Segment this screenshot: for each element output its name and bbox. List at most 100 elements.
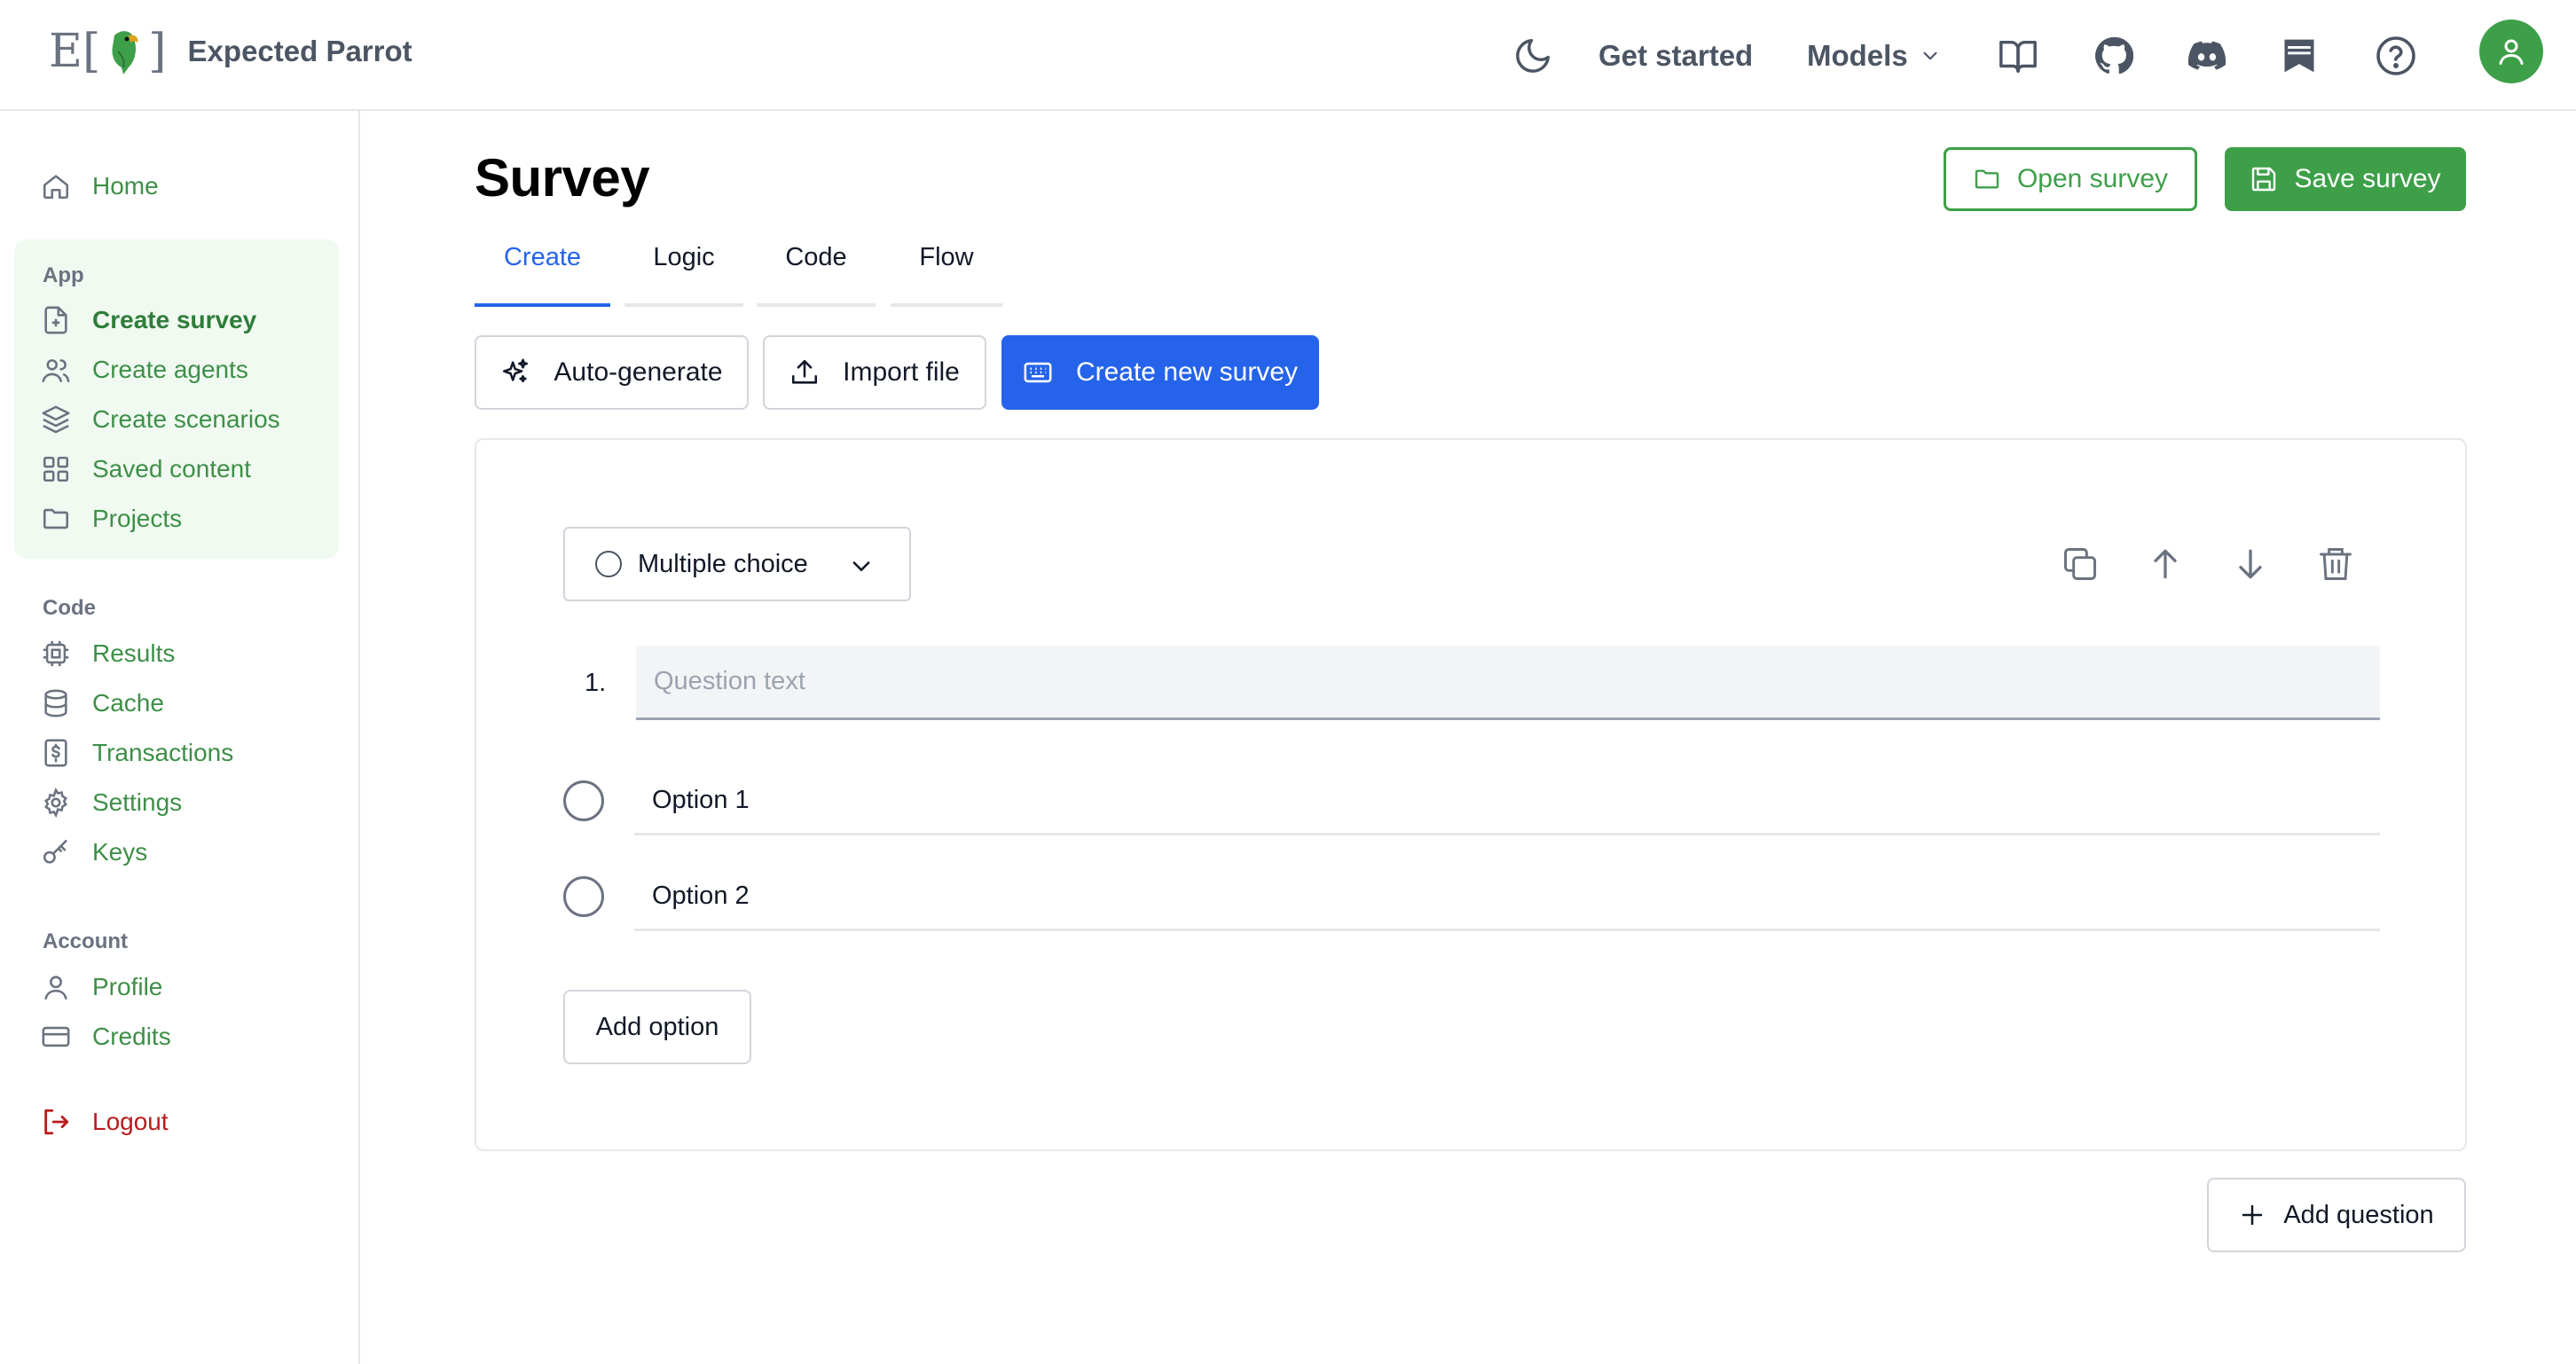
- sidebar-item-create-agents[interactable]: Create agents: [41, 348, 248, 392]
- duplicate-question-button[interactable]: [2061, 545, 2100, 584]
- sidebar-item-label: Cache: [92, 689, 164, 717]
- move-up-button[interactable]: [2146, 545, 2185, 584]
- users-icon: [42, 359, 70, 383]
- question-type-select[interactable]: Multiple choice: [563, 527, 911, 601]
- logo-bracket-left: E[: [49, 25, 101, 78]
- github-button[interactable]: [2094, 0, 2133, 111]
- folder-icon: [1975, 169, 1999, 189]
- sidebar: Home App Create survey Create agents Cre…: [0, 111, 360, 1364]
- sidebar-item-label: Create agents: [92, 356, 248, 383]
- auto-generate-button[interactable]: Auto-generate: [475, 335, 749, 410]
- create-new-survey-label: Create new survey: [1075, 357, 1299, 387]
- sidebar-item-keys[interactable]: Keys: [41, 830, 147, 874]
- help-button[interactable]: [2375, 0, 2417, 111]
- open-survey-label: Open survey: [2016, 164, 2169, 193]
- option-radio[interactable]: [563, 780, 604, 821]
- logout-label: Logout: [92, 1108, 169, 1135]
- key-icon: [43, 839, 67, 864]
- auto-generate-label: Auto-generate: [554, 357, 723, 387]
- question-card: Multiple choice 1. Add option: [475, 438, 2467, 1151]
- layers-icon: [42, 405, 70, 434]
- logo-link[interactable]: E[ ] Expected Parrot: [49, 23, 412, 80]
- sidebar-item-projects[interactable]: Projects: [41, 497, 182, 541]
- models-label: Models: [1807, 38, 1908, 72]
- option-input[interactable]: [634, 864, 2380, 931]
- database-icon: [44, 689, 67, 717]
- arrow-down-icon: [2239, 549, 2262, 579]
- models-dropdown[interactable]: Models: [1807, 0, 1942, 111]
- github-icon: [2095, 36, 2133, 74]
- open-survey-button[interactable]: Open survey: [1944, 147, 2197, 211]
- user-avatar-button[interactable]: [2479, 20, 2543, 83]
- chevron-down-icon: [1923, 51, 1937, 59]
- create-new-survey-button[interactable]: Create new survey: [1001, 335, 1319, 410]
- arrow-up-icon: [2154, 549, 2177, 579]
- top-header: E[ ] Expected Parrot Get started Models: [0, 0, 2576, 111]
- add-option-button[interactable]: Add option: [563, 990, 751, 1064]
- option-radio[interactable]: [563, 876, 604, 917]
- user-icon: [2499, 39, 2524, 65]
- book-icon: [1999, 40, 2037, 73]
- import-file-label: Import file: [843, 357, 960, 387]
- sidebar-item-label: Projects: [92, 505, 183, 532]
- user-icon: [44, 976, 67, 1000]
- tab-create[interactable]: Create: [475, 231, 610, 307]
- logo-mark: E[ ]: [49, 25, 167, 78]
- sidebar-item-label: Credits: [92, 1023, 171, 1050]
- sidebar-heading-app: App: [43, 263, 84, 287]
- blog-button[interactable]: [2280, 0, 2319, 111]
- docs-button[interactable]: [1998, 0, 2038, 111]
- credit-card-icon: [42, 1026, 70, 1047]
- sidebar-item-transactions[interactable]: Transactions: [41, 731, 233, 775]
- tab-code[interactable]: Code: [757, 231, 876, 307]
- get-started-label: Get started: [1598, 38, 1754, 72]
- sparkles-icon: [503, 358, 529, 383]
- sidebar-item-cache[interactable]: Cache: [41, 681, 164, 725]
- question-text-input[interactable]: [636, 646, 2380, 720]
- folder-icon: [43, 508, 69, 529]
- sidebar-item-credits[interactable]: Credits: [41, 1015, 171, 1059]
- chevron-down-icon: [852, 561, 870, 571]
- sidebar-item-label: Home: [92, 172, 159, 200]
- save-survey-button[interactable]: Save survey: [2225, 147, 2466, 211]
- get-started-link[interactable]: Get started: [1598, 0, 1753, 111]
- radio-icon: [595, 551, 622, 577]
- sidebar-item-create-scenarios[interactable]: Create scenarios: [41, 397, 280, 442]
- file-plus-icon: [44, 306, 67, 334]
- sidebar-item-label: Results: [92, 639, 176, 667]
- brand-name: Expected Parrot: [187, 35, 412, 67]
- sidebar-item-label: Keys: [92, 838, 148, 866]
- upload-icon: [792, 359, 818, 384]
- delete-question-button[interactable]: [2316, 545, 2355, 584]
- option-input[interactable]: [634, 768, 2380, 835]
- sidebar-item-settings[interactable]: Settings: [41, 780, 182, 825]
- sidebar-item-label: Profile: [92, 973, 163, 1000]
- sidebar-item-home[interactable]: Home: [41, 164, 159, 208]
- trash-icon: [2320, 548, 2352, 580]
- sidebar-item-profile[interactable]: Profile: [41, 965, 162, 1009]
- sidebar-item-saved-content[interactable]: Saved content: [41, 447, 251, 491]
- move-down-button[interactable]: [2231, 545, 2270, 584]
- sidebar-item-create-survey[interactable]: Create survey: [41, 298, 256, 342]
- tab-flow[interactable]: Flow: [891, 231, 1002, 307]
- add-question-button[interactable]: Add question: [2207, 1178, 2466, 1252]
- chip-icon: [43, 640, 69, 667]
- copy-icon: [2064, 548, 2096, 580]
- sidebar-item-label: Transactions: [92, 739, 234, 766]
- add-question-label: Add question: [2283, 1200, 2434, 1229]
- discord-icon: [2187, 41, 2227, 70]
- sidebar-item-label: Settings: [92, 788, 183, 816]
- theme-toggle-button[interactable]: [1512, 0, 1553, 111]
- logout-button[interactable]: Logout: [41, 1100, 169, 1144]
- sidebar-item-results[interactable]: Results: [41, 631, 175, 676]
- home-icon: [43, 175, 69, 200]
- page-title: Survey: [475, 148, 650, 208]
- import-file-button[interactable]: Import file: [763, 335, 986, 410]
- discord-button[interactable]: [2187, 0, 2227, 111]
- sidebar-heading-account: Account: [43, 929, 128, 953]
- grid-icon: [43, 456, 69, 482]
- tab-logic[interactable]: Logic: [624, 231, 743, 307]
- question-type-label: Multiple choice: [638, 549, 808, 578]
- sidebar-item-label: Saved content: [92, 455, 252, 482]
- dollar-file-icon: [44, 739, 67, 767]
